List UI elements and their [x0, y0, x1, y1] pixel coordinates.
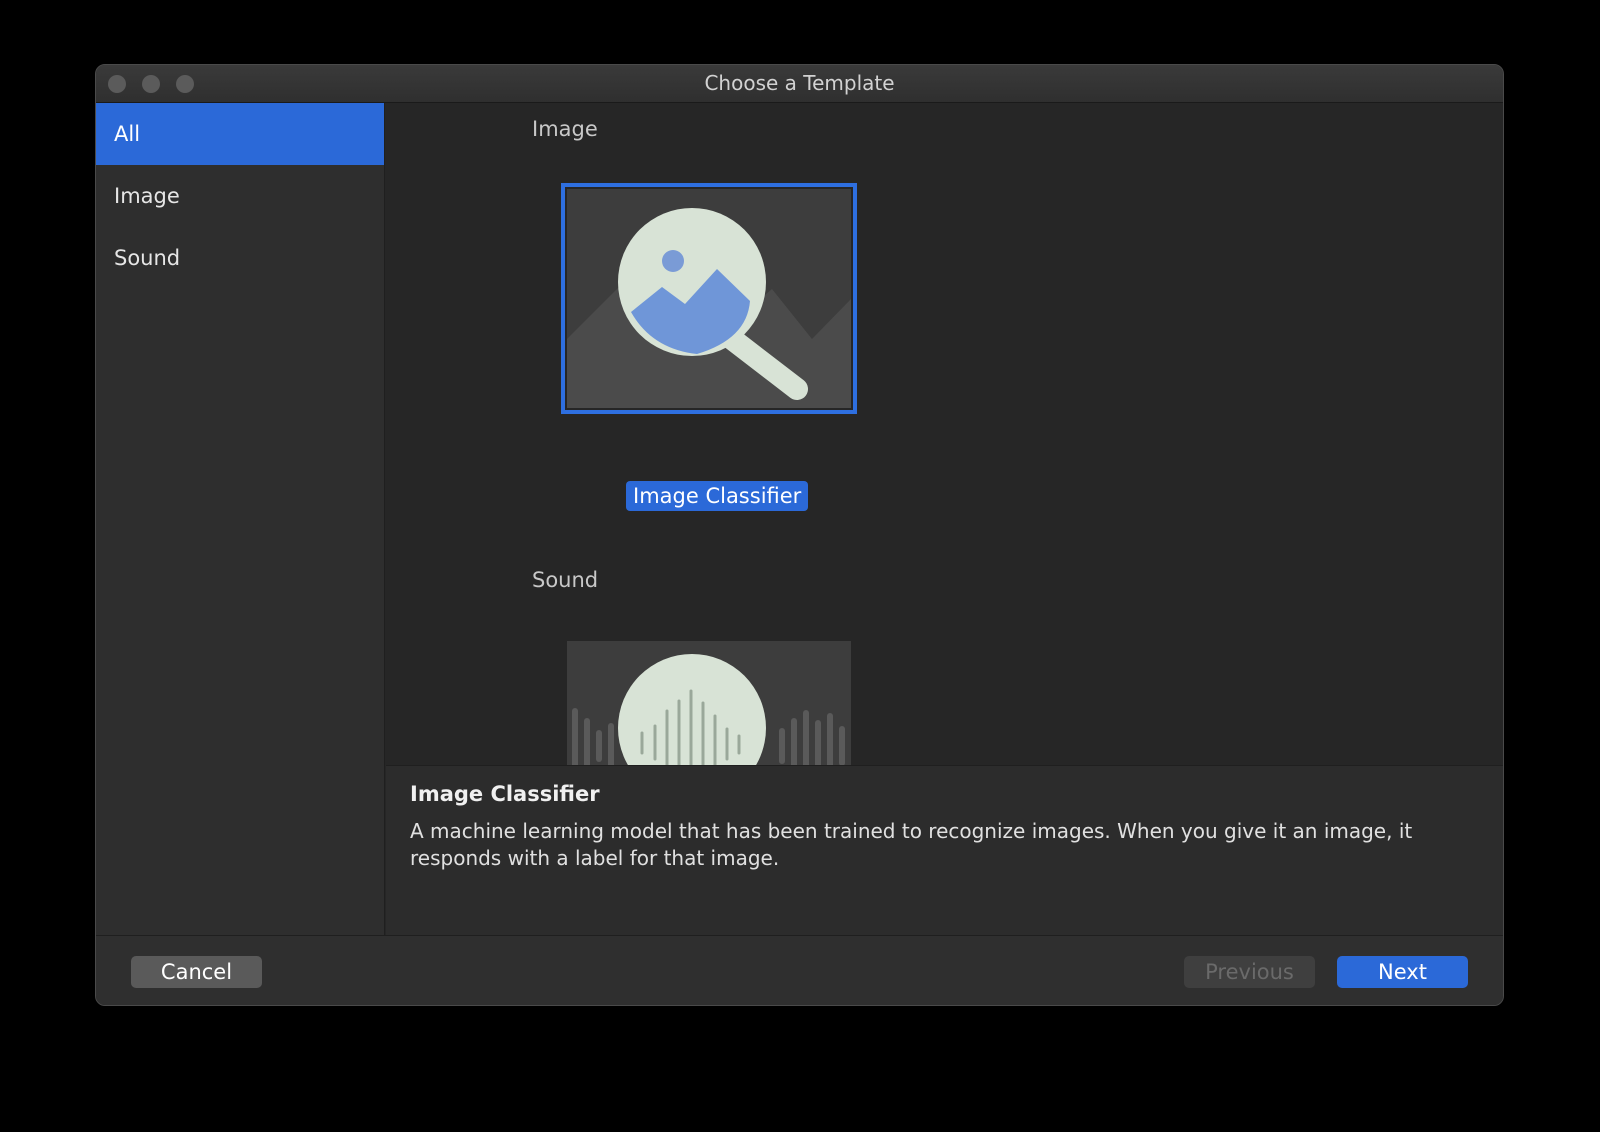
footer: Cancel Previous Next	[96, 935, 1503, 1005]
template-label-image-classifier[interactable]: Image Classifier	[626, 481, 809, 511]
title-bar: Choose a Template	[96, 65, 1503, 103]
template-tile-image-classifier[interactable]	[561, 183, 857, 414]
window-title: Choose a Template	[704, 71, 895, 95]
cancel-button[interactable]: Cancel	[131, 956, 262, 988]
template-grid: Image Image Classifier Sound	[386, 103, 1503, 765]
sidebar: All Image Sound	[96, 103, 385, 935]
previous-button[interactable]: Previous	[1184, 956, 1315, 988]
template-description-panel: Image Classifier A machine learning mode…	[386, 765, 1503, 936]
description-title: Image Classifier	[410, 782, 600, 806]
description-body: A machine learning model that has been t…	[410, 819, 1413, 870]
section-title-sound: Sound	[532, 568, 599, 592]
sidebar-item-all[interactable]: All	[96, 103, 384, 165]
template-chooser-window: Choose a Template All Image Sound Image …	[95, 64, 1504, 1006]
next-button[interactable]: Next	[1337, 956, 1468, 988]
image-classifier-icon	[567, 189, 851, 408]
sidebar-item-sound[interactable]: Sound	[96, 227, 384, 289]
sound-classifier-icon	[567, 641, 851, 765]
section-title-image: Image	[532, 117, 598, 141]
template-tile-sound-classifier[interactable]	[567, 641, 851, 765]
sidebar-item-image[interactable]: Image	[96, 165, 384, 227]
